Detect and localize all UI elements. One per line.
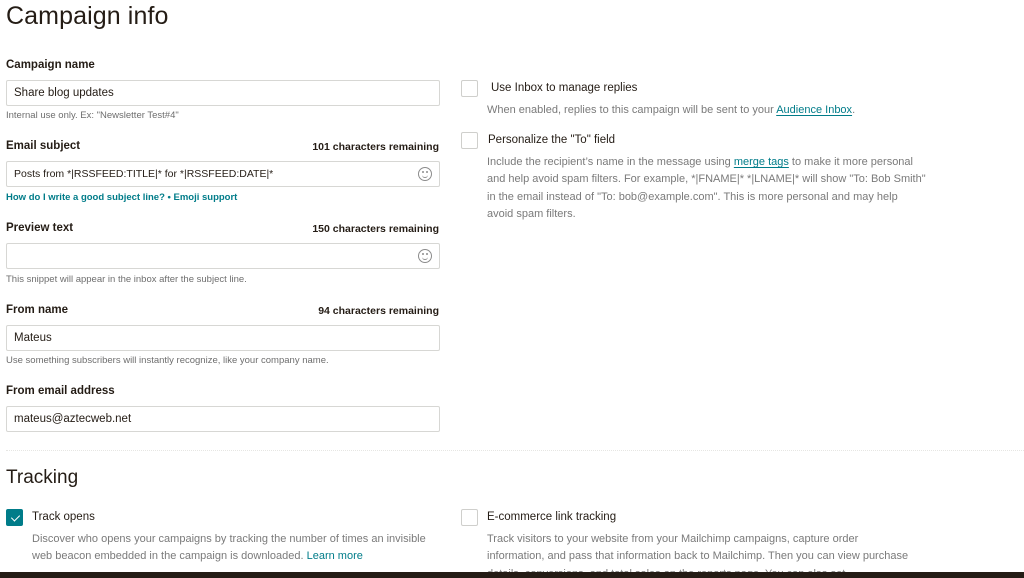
email-subject-label: Email subject: [6, 140, 81, 152]
ecommerce-tracking-description: Track visitors to your website from your…: [487, 533, 909, 578]
preview-text-input[interactable]: [6, 243, 440, 269]
track-opens-checkbox[interactable]: [6, 509, 23, 526]
email-subject-input[interactable]: [6, 161, 440, 187]
personalize-to-checkbox[interactable]: [461, 132, 478, 149]
personalize-to-label[interactable]: Personalize the "To" field: [488, 134, 615, 146]
email-subject-char-count: 101 characters remaining: [312, 141, 439, 153]
preview-text-help: This snippet will appear in the inbox af…: [6, 274, 247, 285]
section-divider: [6, 450, 1024, 451]
subject-line-help-link[interactable]: How do I write a good subject line?: [6, 192, 165, 203]
from-name-char-count: 94 characters remaining: [318, 305, 439, 317]
page-title: Campaign info: [6, 2, 169, 30]
merge-tags-link[interactable]: merge tags: [734, 156, 789, 168]
learn-more-link[interactable]: Learn more: [307, 550, 363, 562]
preview-text-char-count: 150 characters remaining: [312, 223, 439, 235]
campaign-name-label: Campaign name: [6, 59, 95, 71]
from-email-input[interactable]: [6, 406, 440, 432]
campaign-name-help: Internal use only. Ex: "Newsletter Test#…: [6, 110, 179, 121]
ecommerce-tracking-label[interactable]: E-commerce link tracking: [487, 511, 616, 523]
subject-help-links: How do I write a good subject line? • Em…: [6, 192, 237, 203]
emoji-picker-icon[interactable]: [418, 249, 432, 263]
track-opens-description: Discover who opens your campaigns by tra…: [32, 533, 426, 563]
campaign-name-input[interactable]: [6, 80, 440, 106]
from-name-help: Use something subscribers will instantly…: [6, 355, 329, 366]
use-inbox-description: When enabled, replies to this campaign w…: [487, 104, 856, 116]
emoji-support-link[interactable]: Emoji support: [173, 192, 237, 203]
link-separator: •: [167, 192, 171, 203]
tracking-title: Tracking: [6, 467, 79, 488]
personalize-to-description: Include the recipient’s name in the mess…: [487, 156, 926, 220]
from-name-input[interactable]: [6, 325, 440, 351]
from-name-label: From name: [6, 304, 68, 316]
audience-inbox-link[interactable]: Audience Inbox: [776, 104, 852, 116]
use-inbox-checkbox[interactable]: [461, 80, 478, 97]
from-email-label: From email address: [6, 385, 115, 397]
track-opens-label[interactable]: Track opens: [32, 511, 95, 523]
preview-text-label: Preview text: [6, 222, 74, 234]
ecommerce-tracking-checkbox[interactable]: [461, 509, 478, 526]
use-inbox-label[interactable]: Use Inbox to manage replies: [491, 82, 637, 94]
emoji-picker-icon[interactable]: [418, 167, 432, 181]
bottom-bar: [0, 572, 1024, 578]
